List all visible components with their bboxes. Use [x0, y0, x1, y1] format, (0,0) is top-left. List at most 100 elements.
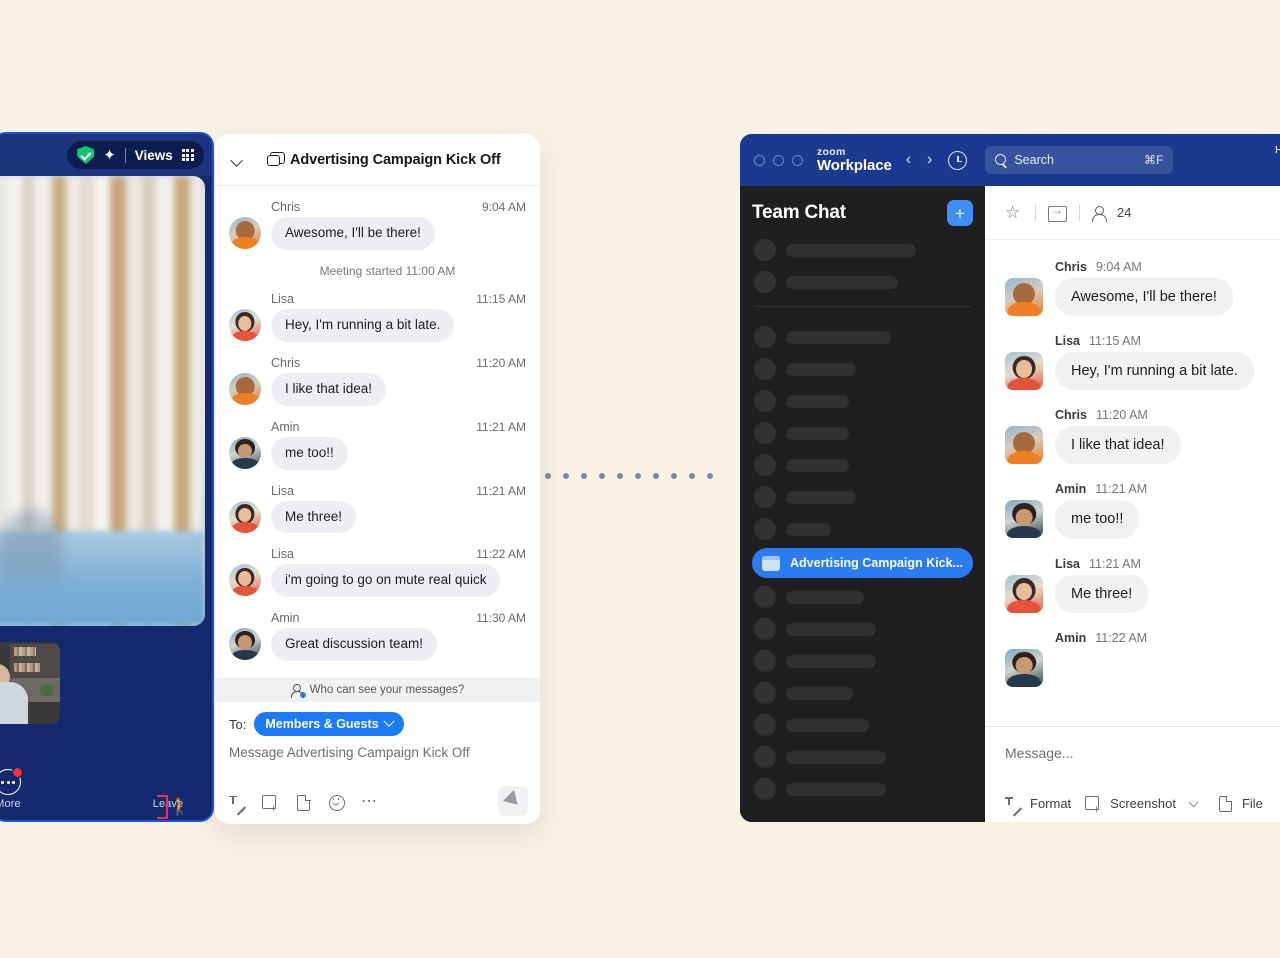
sidebar-list-item[interactable]	[752, 321, 973, 353]
chat-message[interactable]: Chris9:04 AMAwesome, I'll be there!	[215, 200, 540, 250]
main-video-tile[interactable]	[0, 176, 205, 626]
avatar[interactable]	[1005, 649, 1043, 687]
window-traffic-lights[interactable]	[754, 155, 803, 166]
members-icon[interactable]	[1092, 205, 1105, 220]
chevron-down-icon[interactable]	[229, 152, 245, 168]
message-meta: Amin11:22 AM	[1055, 631, 1280, 645]
avatar[interactable]	[229, 373, 261, 405]
avatar[interactable]	[229, 437, 261, 469]
chat-message[interactable]: Chris11:20 AMI like that idea!	[985, 408, 1280, 464]
move-to-folder-icon[interactable]	[1048, 205, 1067, 221]
avatar[interactable]	[1005, 426, 1043, 464]
screenshot-icon[interactable]: +	[262, 794, 279, 811]
minimize-icon[interactable]	[773, 155, 784, 166]
star-icon[interactable]: ☆	[1005, 204, 1023, 221]
maximize-icon[interactable]	[792, 155, 803, 166]
self-view-tile[interactable]	[0, 642, 60, 724]
sidebar-list-item[interactable]	[752, 481, 973, 513]
more-button[interactable]: More	[0, 769, 36, 810]
workplace-message-input[interactable]: Message...	[985, 727, 1280, 761]
sidebar-channel-list-above[interactable]	[752, 321, 973, 545]
leave-button[interactable]: 🚶 Leave	[140, 795, 196, 810]
views-label[interactable]: Views	[135, 148, 173, 163]
chevron-right-icon[interactable]: ›	[925, 151, 934, 169]
privacy-notice-bar[interactable]: Who can see your messages?	[215, 678, 540, 702]
avatar[interactable]	[229, 217, 261, 249]
chat-message[interactable]: Lisa11:21 AMMe three!	[985, 557, 1280, 613]
format-button[interactable]: Format	[1005, 795, 1071, 812]
message-time: 11:20 AM	[1096, 408, 1148, 422]
message-time: 11:21 AM	[1089, 557, 1141, 571]
sidebar-list-item[interactable]	[752, 266, 973, 298]
ai-sparkle-icon[interactable]: ✦	[103, 148, 116, 163]
sidebar-list-item[interactable]	[752, 613, 973, 645]
shield-check-icon[interactable]	[77, 146, 94, 164]
more-options-icon[interactable]: ⋯	[361, 795, 378, 809]
chat-message[interactable]: Chris11:20 AMI like that idea!	[215, 356, 540, 406]
chat-card-toolbar: + ⋯	[215, 780, 540, 824]
brand-zoom: zoom	[817, 147, 892, 158]
format-icon[interactable]	[229, 794, 246, 811]
home-tab[interactable]: Home	[1272, 142, 1280, 156]
chat-message[interactable]: Amin11:21 AMme too!!	[215, 420, 540, 470]
message-meta: Lisa11:22 AM	[271, 547, 526, 561]
send-arrow-icon[interactable]	[498, 786, 528, 816]
recipient-selector[interactable]: Members & Guests	[254, 712, 403, 736]
team-chat-sidebar[interactable]: Team Chat + Advertising Campaign Kick...	[740, 186, 985, 822]
sidebar-title: Team Chat	[752, 202, 846, 224]
sidebar-list-item[interactable]	[752, 385, 973, 417]
chat-message[interactable]: Lisa11:15 AMHey, I'm running a bit late.	[215, 292, 540, 342]
chat-message[interactable]: Lisa11:15 AMHey, I'm running a bit late.	[985, 334, 1280, 390]
screenshot-button[interactable]: + Screenshot	[1085, 795, 1203, 812]
avatar[interactable]	[1005, 500, 1043, 538]
chevron-left-icon[interactable]: ‹	[904, 151, 913, 169]
grid-view-icon[interactable]	[182, 149, 194, 161]
message-text: Me three!	[1055, 575, 1148, 613]
sidebar-list-item[interactable]	[752, 645, 973, 677]
avatar[interactable]	[1005, 575, 1043, 613]
chevron-down-icon[interactable]	[1188, 797, 1198, 807]
sidebar-pinned-list[interactable]	[752, 234, 973, 298]
chat-message[interactable]: Lisa11:22 AMi'm going to go on mute real…	[215, 547, 540, 597]
sidebar-list-item[interactable]	[752, 741, 973, 773]
workplace-composer-tools: Format + Screenshot File	[985, 795, 1263, 812]
sidebar-list-item[interactable]	[752, 234, 973, 266]
file-button[interactable]: File	[1217, 795, 1263, 812]
avatar[interactable]	[1005, 278, 1043, 316]
close-icon[interactable]	[754, 155, 765, 166]
clock-history-icon[interactable]	[948, 151, 967, 170]
file-icon[interactable]	[295, 794, 312, 811]
message-body	[1005, 649, 1280, 687]
message-meta: Chris11:20 AM	[271, 356, 526, 370]
sidebar-list-item[interactable]	[752, 513, 973, 545]
message-sender: Chris	[271, 200, 300, 214]
avatar[interactable]	[229, 564, 261, 596]
sidebar-list-item[interactable]	[752, 677, 973, 709]
sidebar-list-item[interactable]	[752, 773, 973, 805]
sidebar-list-item[interactable]	[752, 417, 973, 449]
chat-message[interactable]: Amin11:22 AM	[985, 631, 1280, 687]
dot-separator	[545, 473, 713, 479]
plus-icon[interactable]: +	[947, 200, 973, 226]
sidebar-channel-list-below[interactable]	[752, 581, 973, 805]
sidebar-list-item[interactable]	[752, 449, 973, 481]
sidebar-list-item[interactable]	[752, 709, 973, 741]
message-body: Hey, I'm running a bit late.	[1005, 352, 1280, 390]
meeting-top-pill[interactable]: ✦ Views	[67, 141, 204, 169]
sidebar-list-item[interactable]	[752, 353, 973, 385]
chat-message[interactable]: Amin11:21 AMme too!!	[985, 482, 1280, 538]
search-input[interactable]: Search ⌘F	[985, 146, 1173, 174]
video-participant-silhouette	[0, 510, 62, 580]
chat-card-message-input[interactable]: Message Advertising Campaign Kick Off	[229, 745, 526, 780]
chat-message[interactable]: Chris9:04 AMAwesome, I'll be there!	[985, 260, 1280, 316]
chat-message[interactable]: Lisa11:21 AMMe three!	[215, 484, 540, 534]
sidebar-item-advertising-campaign[interactable]: Advertising Campaign Kick...	[752, 548, 973, 578]
chat-message[interactable]: Amin11:30 AMGreat discussion team!	[215, 611, 540, 661]
avatar[interactable]	[1005, 352, 1043, 390]
chat-card-message-list[interactable]: Chris9:04 AMAwesome, I'll be there!Meeti…	[215, 186, 540, 678]
emoji-icon[interactable]	[328, 794, 345, 811]
avatar[interactable]	[229, 309, 261, 341]
avatar[interactable]	[229, 628, 261, 660]
sidebar-list-item[interactable]	[752, 581, 973, 613]
avatar[interactable]	[229, 501, 261, 533]
